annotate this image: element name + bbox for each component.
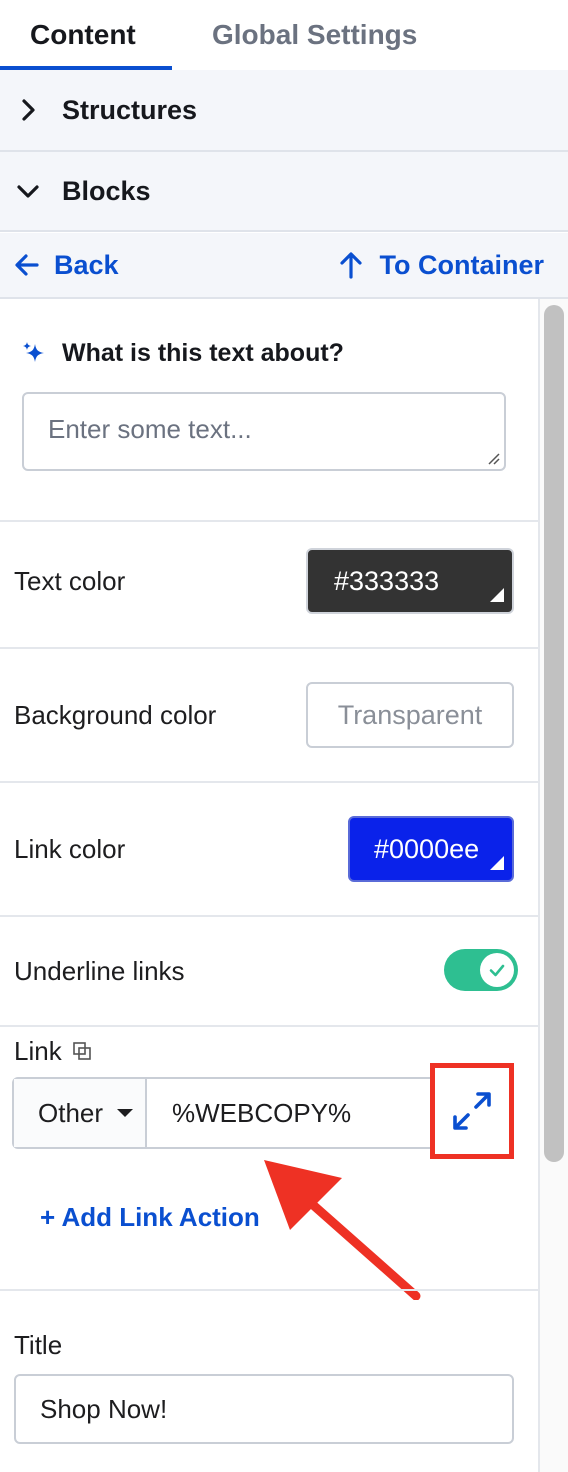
accordion-blocks[interactable]: Blocks [0, 150, 568, 232]
text-color-picker[interactable]: #333333 [306, 548, 514, 614]
checkmark-icon [489, 964, 505, 977]
expand-icon [453, 1092, 491, 1130]
annotation-arrow-icon [264, 1160, 421, 1300]
link-label-row: Link [14, 1036, 92, 1066]
sparkle-icon [23, 342, 44, 362]
add-link-action-button[interactable]: + Add Link Action [40, 1202, 260, 1233]
title-input[interactable]: Shop Now! [14, 1374, 514, 1444]
arrow-up-icon [339, 252, 362, 279]
text-color-label: Text color [14, 566, 126, 596]
to-container-button-label: To Container [379, 249, 545, 280]
divider [0, 1289, 540, 1291]
title-input-value: Shop Now! [40, 1393, 168, 1424]
back-button[interactable]: Back [14, 233, 119, 297]
tab-global-settings[interactable]: Global Settings [212, 0, 417, 70]
picker-corner-icon [490, 588, 504, 602]
background-color-value: Transparent [337, 699, 483, 730]
divider [0, 1025, 540, 1027]
chevron-right-icon [22, 99, 35, 121]
link-label: Link [14, 1035, 62, 1066]
link-url-value: %WEBCOPY% [172, 1097, 352, 1128]
underline-links-label: Underline links [14, 956, 185, 986]
accordion-structures-label: Structures [62, 94, 198, 125]
link-color-value: #0000ee [374, 833, 480, 864]
block-nav-bar: Back To Container [0, 233, 568, 299]
ai-prompt-header: What is this text about? [22, 337, 344, 369]
link-color-label: Link color [14, 834, 126, 864]
tab-bar: Content Global Settings [0, 0, 568, 70]
tab-content[interactable]: Content [30, 0, 136, 70]
ai-prompt-label: What is this text about? [62, 338, 344, 367]
resize-handle-icon[interactable] [486, 451, 500, 465]
chevron-down-icon [17, 185, 39, 198]
link-url-input[interactable]: %WEBCOPY% [172, 1079, 351, 1147]
link-type-select[interactable]: Other [14, 1079, 147, 1147]
divider [0, 915, 540, 917]
ai-prompt-placeholder: Enter some text... [48, 414, 252, 444]
background-color-label: Background color [14, 700, 217, 730]
picker-corner-icon [490, 856, 504, 870]
arrow-left-icon [15, 254, 39, 276]
expand-link-editor-button[interactable] [430, 1063, 514, 1159]
ai-prompt-textarea[interactable]: Enter some text... [22, 392, 506, 471]
copy-icon[interactable] [72, 1041, 92, 1061]
toggle-knob [480, 953, 514, 987]
divider [0, 781, 540, 783]
link-type-value: Other [38, 1097, 104, 1128]
divider [0, 520, 540, 522]
background-color-picker[interactable]: Transparent [306, 682, 514, 748]
underline-links-toggle[interactable] [444, 949, 518, 991]
scrollbar-thumb[interactable] [544, 305, 564, 1162]
divider [0, 647, 540, 649]
back-button-label: Back [54, 249, 119, 280]
link-color-picker[interactable]: #0000ee [348, 816, 514, 882]
text-color-value: #333333 [334, 565, 440, 596]
accordion-structures[interactable]: Structures [0, 70, 568, 150]
caret-down-icon [117, 1109, 134, 1117]
accordion-blocks-label: Blocks [62, 175, 151, 206]
to-container-button[interactable]: To Container [338, 233, 545, 297]
title-label: Title [14, 1330, 63, 1360]
